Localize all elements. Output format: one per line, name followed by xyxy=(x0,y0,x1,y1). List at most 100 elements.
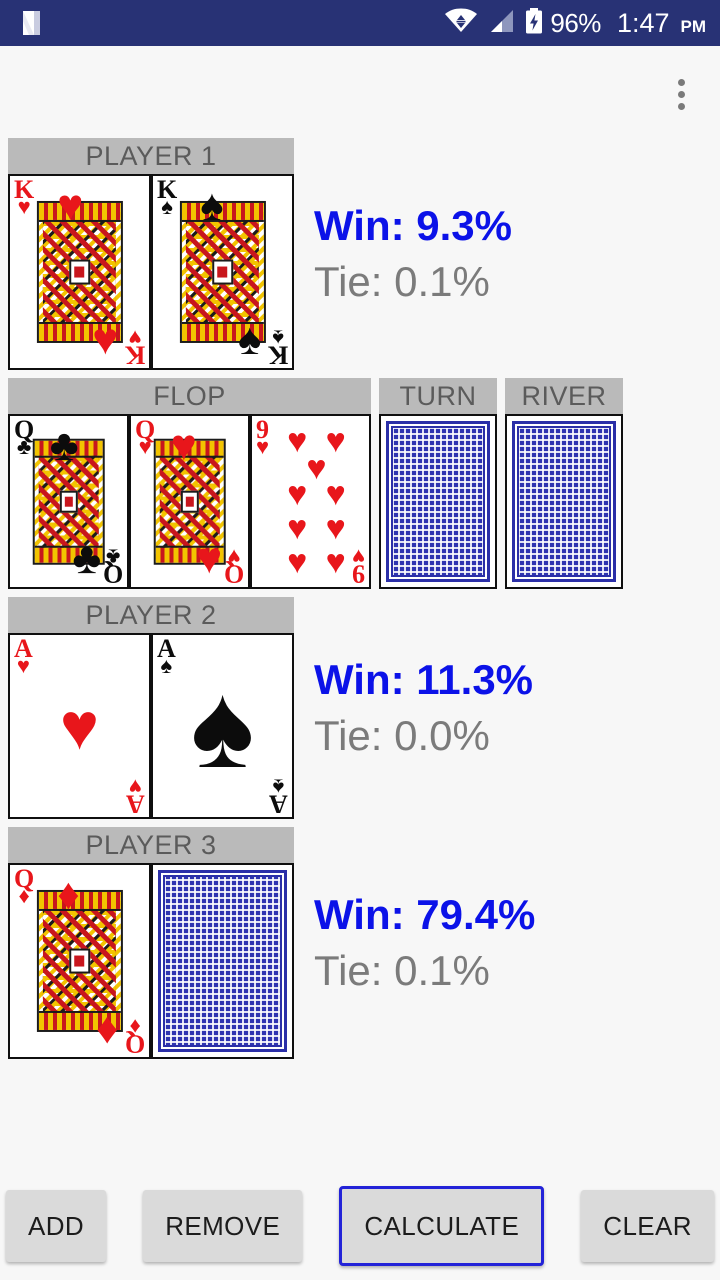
overflow-dot xyxy=(677,90,685,98)
card-suit-mark: ♥ xyxy=(92,315,119,364)
player-1-label: PLAYER 1 xyxy=(8,138,294,174)
card-corner-index: A ♥ xyxy=(126,773,145,818)
player-row: PLAYER 2 A ♥ A ♥ ♥ A ♠ A ♠ ♠ Win: 11.3% Tie: 0.0% xyxy=(8,597,720,819)
card-corner-index: Q ♦ xyxy=(14,864,35,909)
player-2-odds: Win: 11.3% Tie: 0.0% xyxy=(294,597,720,819)
player-1-win-label: Win: 9.3% xyxy=(314,201,512,249)
card-suit-mark: ♥ xyxy=(196,534,223,583)
player-1-odds: Win: 9.3% Tie: 0.1% xyxy=(294,138,720,370)
card-pip: ♥ xyxy=(287,475,308,513)
overflow-menu-icon[interactable] xyxy=(660,72,702,116)
card-suit-mark: ♥ xyxy=(57,181,84,230)
card-row xyxy=(505,414,623,589)
queen-of-diamonds[interactable]: Q ♦ Q ♦ ♦ ♦ xyxy=(8,863,151,1059)
queen-of-clubs[interactable]: Q ♣ Q ♣ ♣ ♣ xyxy=(8,414,129,589)
card-row xyxy=(379,414,497,589)
card-corner-index: Q ♥ xyxy=(135,415,156,460)
card-corner-index: K ♠ xyxy=(157,175,178,220)
nine-of-hearts[interactable]: 9 ♥ 9 ♥ ♥ ♥ ♥ ♥ ♥ ♥ ♥ ♥ ♥ xyxy=(250,414,371,589)
card-pip: ♥ xyxy=(287,422,308,460)
king-of-hearts[interactable]: K ♥ K ♥ ♥ ♥ xyxy=(8,174,151,370)
card-suit-mark: ♣ xyxy=(72,534,102,583)
card-back-pattern xyxy=(158,870,287,1052)
status-bar: 96% 1:47 PM xyxy=(0,0,720,46)
river-group: RIVER xyxy=(505,378,623,589)
player-2-win-label: Win: 11.3% xyxy=(314,655,534,703)
player-3-win-label: Win: 79.4% xyxy=(314,890,536,938)
ace-of-hearts[interactable]: A ♥ A ♥ ♥ xyxy=(8,633,151,819)
flop-label: FLOP xyxy=(8,378,371,414)
card-corner-index: A ♠ xyxy=(157,634,176,679)
card-corner-index: Q ♣ xyxy=(14,415,35,460)
card-row: K ♥ K ♥ ♥ ♥ K ♠ K ♠ ♠ ♠ xyxy=(8,174,294,370)
card-suit-mark: ♥ xyxy=(170,421,197,470)
clear-button[interactable]: CLEAR xyxy=(581,1190,714,1262)
card-pip: ♥ xyxy=(325,543,346,581)
card-suit-mark: ♠ xyxy=(200,181,224,230)
card-pip: ♥ xyxy=(306,448,327,487)
player-3-label: PLAYER 3 xyxy=(8,827,294,863)
card-corner-index: K ♥ xyxy=(14,175,35,220)
player-2-label: PLAYER 2 xyxy=(8,597,294,633)
battery-charging-icon xyxy=(524,7,544,40)
face-down-card[interactable] xyxy=(151,863,294,1059)
board-row: FLOP Q ♣ Q ♣ ♣ ♣ Q ♥ Q ♥ ♥ ♥ 9 ♥ 9 ♥ ♥ ♥ ♥ ♥ ♥ ♥ ♥ ♥ ♥ TURN RIVE… xyxy=(8,378,720,589)
card-center-pip: ♠ xyxy=(190,659,255,793)
clock-ampm: PM xyxy=(680,16,707,36)
calculate-button[interactable]: CALCULATE xyxy=(339,1186,545,1266)
status-bar-right: 96% 1:47 PM xyxy=(444,7,706,40)
face-down-card[interactable] xyxy=(505,414,623,589)
card-corner-index: K ♠ xyxy=(267,324,288,369)
king-of-spades[interactable]: K ♠ K ♠ ♠ ♠ xyxy=(151,174,294,370)
card-suit-mark: ♣ xyxy=(49,421,79,470)
card-corner-index: Q ♣ xyxy=(102,543,123,588)
overflow-dot xyxy=(677,102,685,110)
overflow-dot xyxy=(677,78,685,86)
card-corner-index: Q ♥ xyxy=(223,543,244,588)
card-row: Q ♦ Q ♦ ♦ ♦ xyxy=(8,863,294,1059)
player-3-tie-label: Tie: 0.1% xyxy=(314,947,490,994)
face-down-card[interactable] xyxy=(379,414,497,589)
card-pip: ♥ xyxy=(325,509,346,547)
battery-percent-label: 96% xyxy=(550,8,601,38)
flop-group: FLOP Q ♣ Q ♣ ♣ ♣ Q ♥ Q ♥ ♥ ♥ 9 ♥ 9 ♥ ♥ ♥ ♥ ♥ ♥ ♥ ♥ ♥ ♥ xyxy=(8,378,371,589)
card-pip-grid: ♥ ♥ ♥ ♥ ♥ ♥ ♥ ♥ ♥ xyxy=(278,424,355,579)
player-2-cards: PLAYER 2 A ♥ A ♥ ♥ A ♠ A ♠ ♠ xyxy=(8,597,294,819)
card-suit-mark: ♠ xyxy=(238,315,262,364)
player-1-tie-label: Tie: 0.1% xyxy=(314,258,490,305)
action-bar xyxy=(0,46,720,138)
turn-label: TURN xyxy=(379,378,497,414)
card-pip: ♥ xyxy=(287,543,308,581)
action-button-bar: ADD REMOVE CALCULATE CLEAR xyxy=(0,1186,720,1266)
card-back-pattern xyxy=(386,421,490,582)
card-corner-index: 9 ♥ xyxy=(256,415,270,460)
card-back-pattern xyxy=(512,421,616,582)
card-pip: ♥ xyxy=(325,475,346,513)
card-pip: ♥ xyxy=(287,509,308,547)
card-corner-index: K ♥ xyxy=(124,324,145,369)
player-2-tie-label: Tie: 0.0% xyxy=(314,712,490,759)
turn-group: TURN xyxy=(379,378,497,589)
add-button[interactable]: ADD xyxy=(6,1190,107,1262)
card-pip: ♥ xyxy=(325,422,346,460)
card-row: Q ♣ Q ♣ ♣ ♣ Q ♥ Q ♥ ♥ ♥ 9 ♥ 9 ♥ ♥ ♥ ♥ ♥ ♥ ♥ ♥ ♥ ♥ xyxy=(8,414,371,589)
clock-time: 1:47 xyxy=(616,7,670,38)
player-row: PLAYER 3 Q ♦ Q ♦ ♦ ♦ Win: 79.4% Tie: 0.1% xyxy=(8,827,720,1059)
queen-of-hearts[interactable]: Q ♥ Q ♥ ♥ ♥ xyxy=(129,414,250,589)
card-suit-mark: ♦ xyxy=(57,870,80,919)
android-n-logo-icon xyxy=(20,9,46,37)
wifi-transfer-icon xyxy=(444,7,478,40)
player-3-odds: Win: 79.4% Tie: 0.1% xyxy=(294,827,720,1059)
ace-of-spades[interactable]: A ♠ A ♠ ♠ xyxy=(151,633,294,819)
player-row: PLAYER 1 K ♥ K ♥ ♥ ♥ K ♠ K ♠ ♠ ♠ Win: 9.3% Tie: 0.1… xyxy=(8,138,720,370)
card-suit-mark: ♦ xyxy=(95,1004,119,1053)
card-center-pip: ♥ xyxy=(59,689,100,763)
card-corner-index: A ♠ xyxy=(269,773,288,818)
status-bar-left xyxy=(20,9,46,37)
card-corner-index: Q ♦ xyxy=(124,1013,145,1058)
player-1-cards: PLAYER 1 K ♥ K ♥ ♥ ♥ K ♠ K ♠ ♠ ♠ xyxy=(8,138,294,370)
remove-button[interactable]: REMOVE xyxy=(143,1190,303,1262)
poker-odds-content: PLAYER 1 K ♥ K ♥ ♥ ♥ K ♠ K ♠ ♠ ♠ Win: 9.3% Tie: 0.1… xyxy=(0,138,720,1059)
river-label: RIVER xyxy=(505,378,623,414)
cell-signal-icon xyxy=(486,7,516,40)
